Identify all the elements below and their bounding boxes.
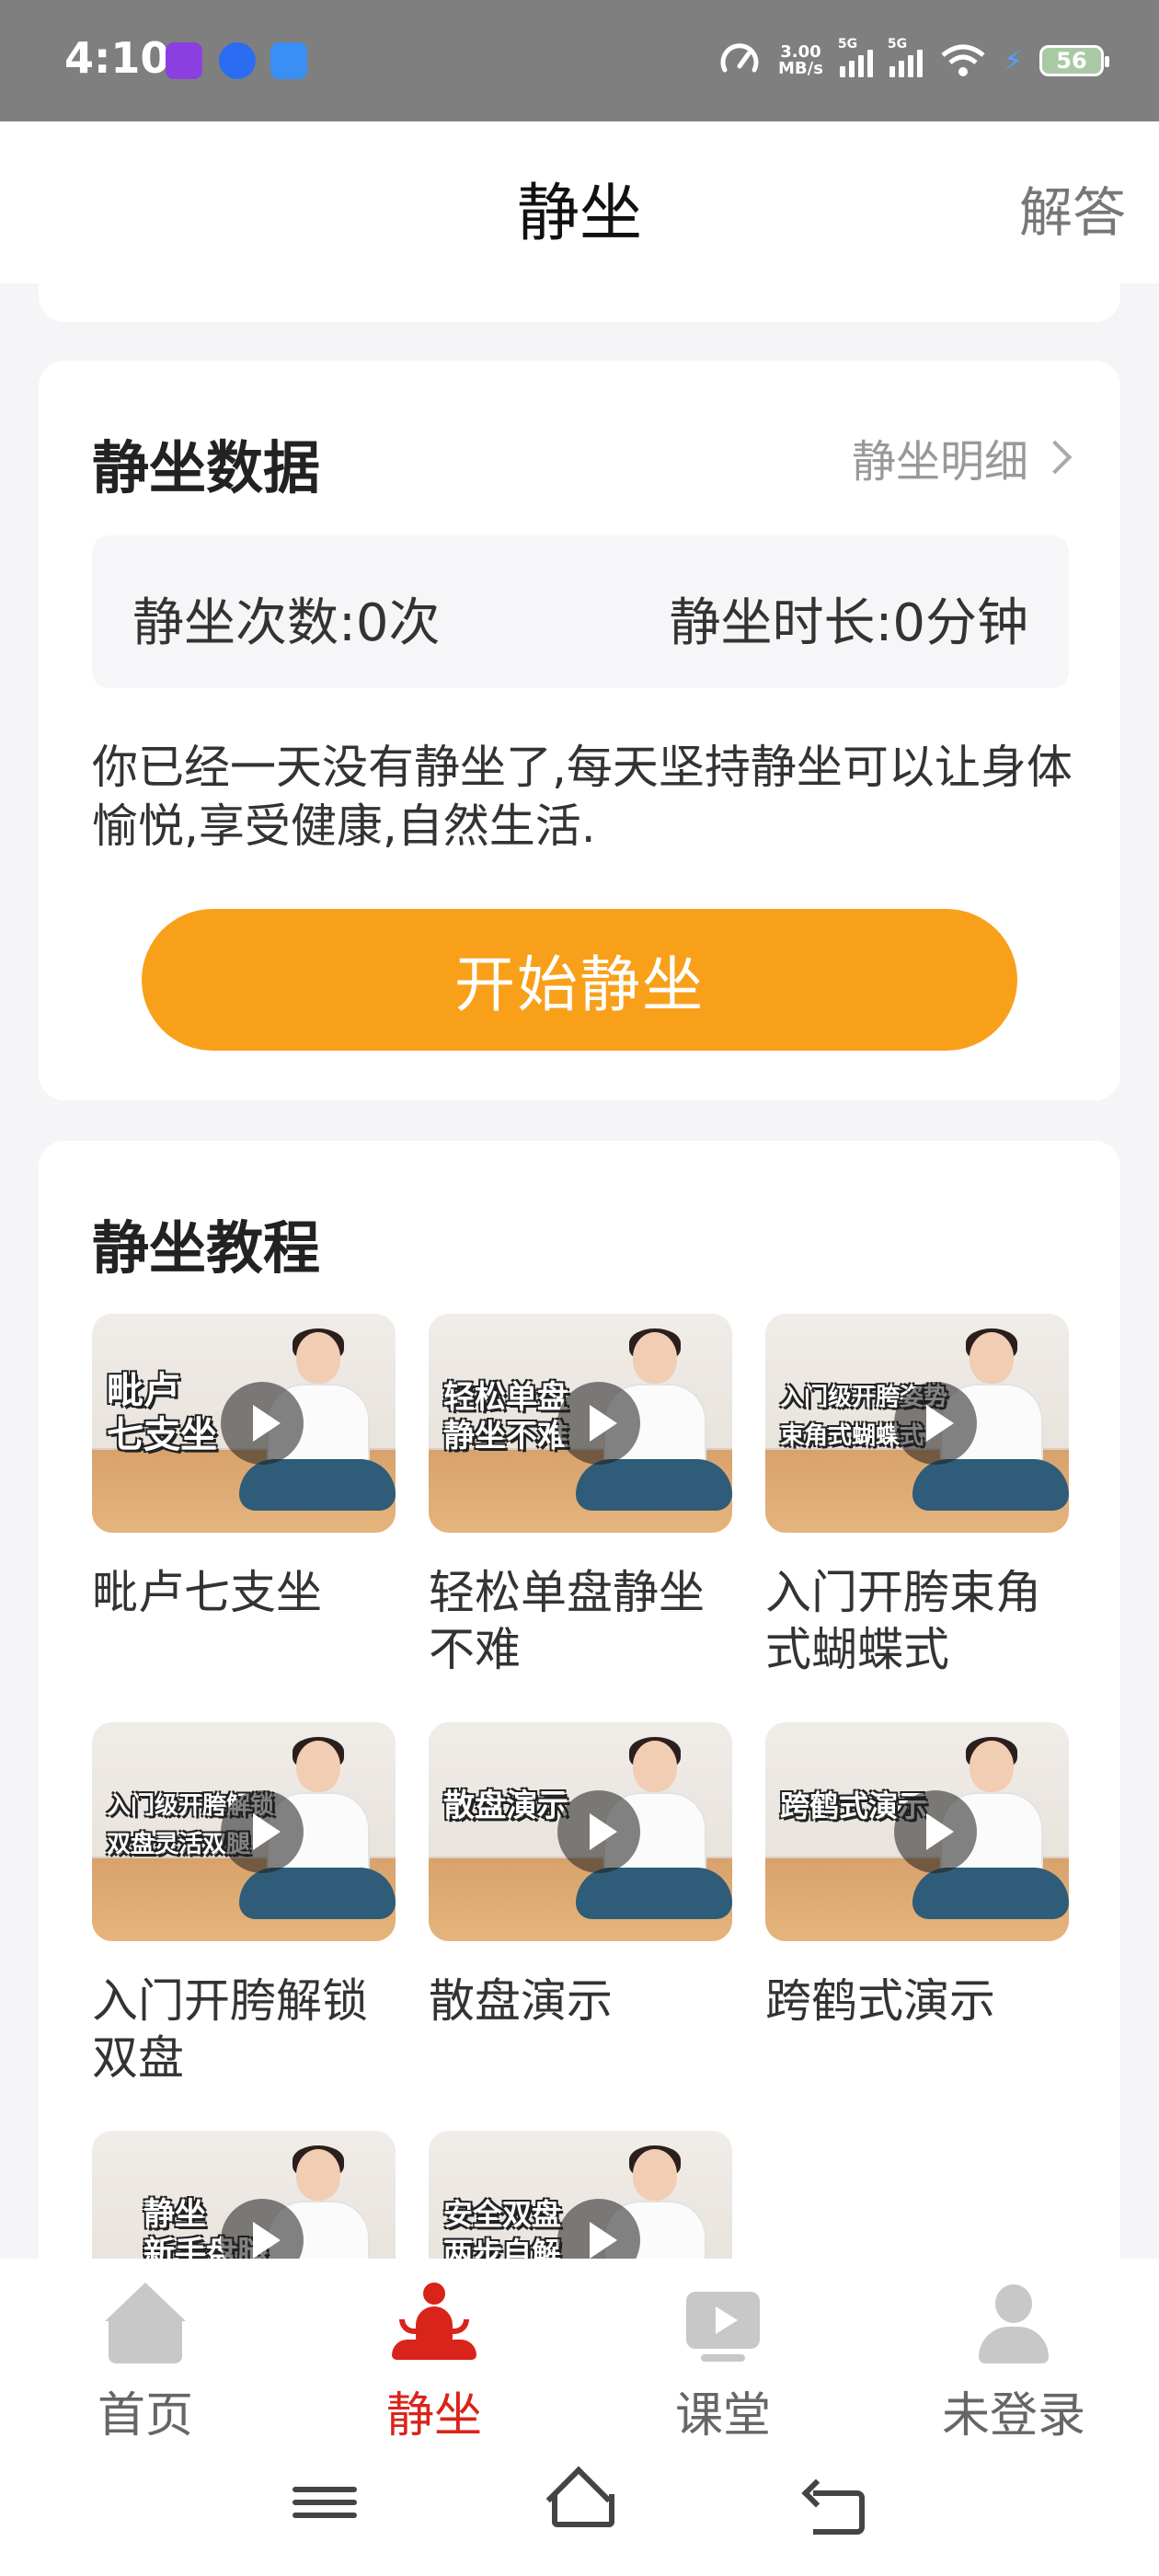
app-notification-icon [166,42,202,79]
signal-label: 5G [837,37,858,52]
signal-icon: 5G [888,37,923,77]
system-home-icon[interactable] [545,2466,614,2535]
system-back-icon[interactable] [801,2478,870,2535]
home-icon [99,2283,191,2363]
browser-app-icon [270,42,307,79]
battery-icon: 56 [1039,45,1109,76]
play-icon[interactable] [557,1790,640,1873]
signal-label: 5G [887,37,908,52]
tutorial-item[interactable]: 轻松单盘 静坐不难 轻松单盘静坐不难 [429,1314,732,1678]
chevron-right-icon [1038,440,1073,475]
status-time: 4:10 [64,33,170,83]
duration-stat: 静坐时长:0分钟 [669,593,1029,653]
video-thumbnail[interactable]: 散盘演示 [429,1722,732,1941]
play-icon[interactable] [894,1790,977,1873]
tutorial-card-title: 静坐教程 [92,1214,321,1282]
tutorial-item[interactable]: 入门级开胯解锁 双盘灵活双腿 入门开胯解锁双盘 [92,1722,396,2087]
speedometer-icon [720,43,759,73]
reminder-text: 你已经一天没有静坐了,每天坚持静坐可以让身体愉悦,享受健康,自然生活. [92,741,1073,853]
status-bar: 4:10 3.00 MB/s 5G 5G ⚡ 56 [0,0,1159,121]
tutorial-item[interactable]: 入门级开胯姿势 束角式蝴蝶式 入门开胯束角式蝴蝶式 [765,1314,1069,1678]
play-icon[interactable] [221,1382,304,1465]
signal-icon: 5G [838,37,873,77]
page-title: 静坐 [516,178,642,250]
k-app-icon [219,42,256,79]
meditation-detail-link[interactable]: 静坐明细 [851,425,1073,489]
user-icon [968,2283,1060,2363]
video-class-icon [677,2283,769,2363]
video-thumbnail[interactable]: 轻松单盘 静坐不难 [429,1314,732,1533]
tutorial-title[interactable]: 散盘演示 [429,1972,732,2030]
tutorial-title[interactable]: 入门开胯解锁双盘 [92,1972,396,2087]
tutorial-title[interactable]: 入门开胯束角式蝴蝶式 [765,1564,1069,1678]
tab-classroom[interactable]: 课堂 [631,2283,815,2445]
bottom-tab-bar: 首页 静坐 课堂 未登录 [0,2259,1159,2445]
video-thumbnail[interactable]: 入门级开胯解锁 双盘灵活双腿 [92,1722,396,1941]
tab-account[interactable]: 未登录 [922,2283,1106,2445]
video-thumbnail[interactable]: 入门级开胯姿势 束角式蝴蝶式 [765,1314,1069,1533]
detail-link-label: 静坐明细 [851,436,1028,488]
wifi-icon [941,44,985,76]
tab-label: 首页 [97,2388,193,2444]
tab-label: 课堂 [674,2388,771,2444]
network-speed: 3.00 MB/s [778,44,823,77]
status-indicators: 3.00 MB/s 5G 5G ⚡ 56 [717,37,1109,85]
data-card-title: 静坐数据 [92,434,321,501]
video-thumbnail[interactable]: 毗卢 七支坐 [92,1314,396,1533]
charging-bolt-icon: ⚡ [1003,44,1023,77]
tutorial-card: 静坐教程 毗卢 七支坐 毗卢七支坐 轻松单盘 静坐不难 轻松单盘静坐不难 入门级… [39,1141,1120,2355]
tab-label: 静坐 [385,2388,482,2444]
page-header: 静坐 解答 [0,121,1159,283]
battery-level: 56 [1056,48,1087,74]
tutorial-item[interactable]: 毗卢 七支坐 毗卢七支坐 [92,1314,396,1621]
tutorial-item[interactable]: 散盘演示 散盘演示 [429,1722,732,2030]
speed-unit: MB/s [778,59,823,78]
play-icon[interactable] [221,1790,304,1873]
start-meditation-button[interactable]: 开始静坐 [142,909,1017,1051]
tutorial-item[interactable]: 跨鹤式演示 跨鹤式演示 [765,1722,1069,2030]
answer-button[interactable]: 解答 [1019,169,1126,247]
meditation-icon [388,2283,480,2363]
meditation-data-card: 静坐数据 静坐明细 静坐次数:0次 静坐时长:0分钟 你已经一天没有静坐了,每天… [39,361,1120,1100]
tutorial-title[interactable]: 轻松单盘静坐不难 [429,1564,732,1678]
tab-label: 未登录 [941,2388,1085,2444]
play-icon[interactable] [557,1382,640,1465]
session-count-stat: 静坐次数:0次 [132,593,441,653]
video-thumbnail[interactable]: 跨鹤式演示 [765,1722,1069,1941]
tab-home[interactable]: 首页 [53,2283,237,2445]
tutorial-title[interactable]: 跨鹤式演示 [765,1972,1069,2030]
play-icon[interactable] [894,1382,977,1465]
system-nav-bar [0,2443,1159,2576]
recent-apps-icon[interactable] [293,2479,357,2535]
tutorial-title[interactable]: 毗卢七支坐 [92,1564,396,1621]
stats-box: 静坐次数:0次 静坐时长:0分钟 [92,535,1069,688]
tab-meditation[interactable]: 静坐 [342,2283,526,2445]
